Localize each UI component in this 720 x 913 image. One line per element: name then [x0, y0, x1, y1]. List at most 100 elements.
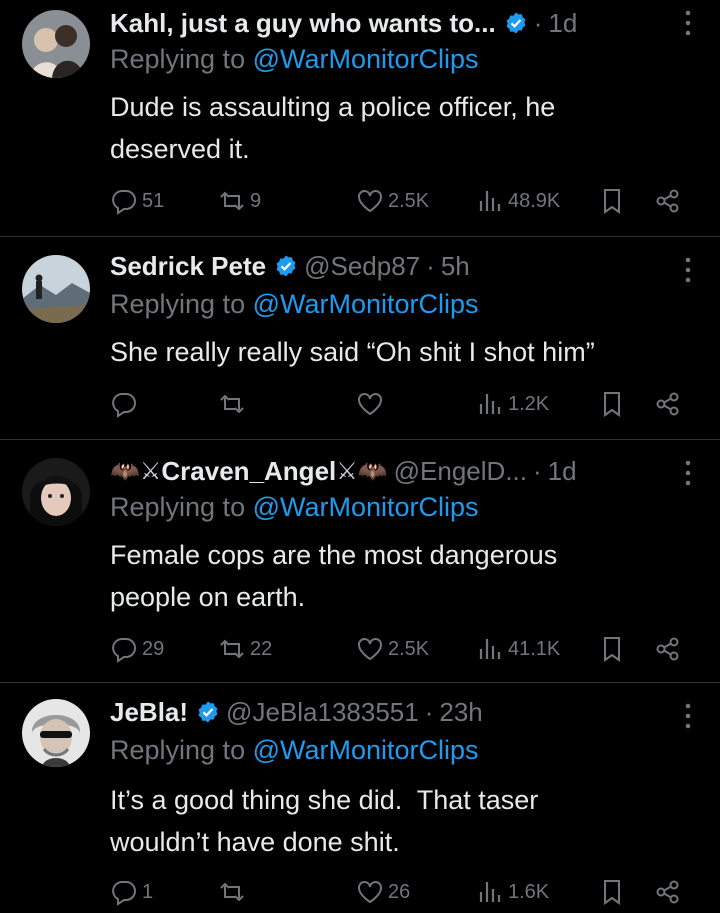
avatar[interactable]: [22, 699, 90, 767]
reply-icon: [112, 638, 136, 663]
reply-button[interactable]: 29: [110, 634, 164, 664]
views-icon: [479, 191, 501, 211]
timestamp[interactable]: 1d: [548, 8, 577, 39]
replying-to-mention[interactable]: @WarMonitorClips: [253, 735, 479, 765]
replying-to-mention[interactable]: @WarMonitorClips: [253, 492, 479, 522]
bookmark-button[interactable]: [598, 389, 626, 419]
share-button[interactable]: [654, 877, 682, 907]
replying-to: Replying to @WarMonitorClips: [110, 289, 479, 320]
views-count: 1.2K: [508, 392, 550, 415]
reply-count: 51: [142, 189, 165, 212]
retweet-button[interactable]: [218, 389, 246, 419]
reply-button[interactable]: 51: [110, 186, 164, 216]
timestamp[interactable]: 23h: [439, 697, 482, 728]
like-button[interactable]: 2.5K: [356, 186, 429, 216]
tweet-header: Sedrick Pete @Sedp87 · 5h: [110, 249, 660, 283]
views-icon: [479, 394, 501, 414]
retweet-icon: [220, 394, 244, 414]
avatar-photo: [22, 10, 90, 78]
tweet-text-line: Dude is assaulting a police officer, he: [110, 92, 556, 122]
retweet-button[interactable]: 9: [218, 186, 261, 216]
share-button[interactable]: [654, 634, 682, 664]
like-icon: [358, 638, 382, 661]
more-icon[interactable]: [682, 255, 694, 285]
author-handle[interactable]: @Sedp87: [304, 251, 420, 282]
like-count: 26: [388, 880, 411, 903]
bookmark-button[interactable]: [598, 877, 626, 907]
avatar[interactable]: [22, 458, 90, 526]
views-button[interactable]: 48.9K: [476, 186, 560, 216]
retweet-button[interactable]: 22: [218, 634, 272, 664]
tweet-text-line: Female cops are the most dangerous: [110, 540, 558, 570]
like-button[interactable]: 26: [356, 877, 410, 907]
reply-icon: [112, 881, 136, 906]
views-icon: [479, 639, 501, 659]
retweet-icon: [220, 639, 244, 659]
like-icon: [358, 881, 382, 904]
views-button[interactable]: 1.2K: [476, 389, 549, 419]
views-icon: [479, 882, 501, 902]
verified-badge-icon: [504, 11, 528, 35]
reply-count: 1: [142, 880, 154, 903]
replying-to-mention[interactable]: @WarMonitorClips: [253, 44, 479, 74]
action-bar: 29 22 2.5K 41.1K: [110, 634, 690, 664]
share-button[interactable]: [654, 186, 682, 216]
reply-tweet[interactable]: JeBla! @JeBla1383551 · 23h Replying to @…: [0, 683, 720, 913]
author-name[interactable]: Sedrick Pete: [110, 251, 266, 282]
author-handle[interactable]: @JeBla1383551: [226, 697, 419, 728]
share-button[interactable]: [654, 389, 682, 419]
views-button[interactable]: 41.1K: [476, 634, 560, 664]
tweet-text: Dude is assaulting a police officer, he …: [110, 86, 670, 170]
avatar[interactable]: [22, 255, 90, 323]
like-count: 2.5K: [388, 637, 430, 660]
author-handle[interactable]: @EngelD...: [394, 456, 527, 487]
share-icon: [656, 637, 679, 661]
more-icon[interactable]: [682, 8, 694, 38]
timestamp[interactable]: 1d: [548, 456, 577, 487]
separator-dot: ·: [426, 250, 435, 281]
author-name[interactable]: Kahl, just a guy who wants to...: [110, 8, 496, 39]
retweet-button[interactable]: [218, 877, 246, 907]
replying-to-label: Replying to: [110, 492, 253, 522]
retweet-count: 22: [250, 637, 273, 660]
action-bar: 51 9 2.5K 48.9K: [110, 186, 690, 216]
retweet-icon: [220, 882, 244, 902]
bookmark-button[interactable]: [598, 186, 626, 216]
reply-tweet[interactable]: 🦇⚔ Craven_Angel ⚔🦇 @EngelD... · 1d Reply…: [0, 440, 720, 683]
reply-tweet[interactable]: Sedrick Pete @Sedp87 · 5h Replying to @W…: [0, 237, 720, 440]
tweet-text-line: She really really said “Oh shit I shot h…: [110, 337, 595, 367]
replying-to-label: Replying to: [110, 735, 253, 765]
author-name[interactable]: JeBla!: [110, 697, 188, 728]
author-name[interactable]: Craven_Angel: [161, 456, 336, 487]
avatar-photo: [22, 255, 90, 323]
separator-dot: ·: [533, 455, 542, 486]
reply-count: 29: [142, 637, 165, 660]
tweet-header: Kahl, just a guy who wants to... · 1d: [110, 6, 660, 40]
like-count: 2.5K: [388, 189, 430, 212]
reply-button[interactable]: 1: [110, 877, 153, 907]
timestamp[interactable]: 5h: [441, 251, 470, 282]
views-button[interactable]: 1.6K: [476, 877, 549, 907]
replying-to-mention[interactable]: @WarMonitorClips: [253, 289, 479, 319]
tweet-text-line: deserved it.: [110, 134, 250, 164]
like-icon: [358, 190, 382, 213]
separator-dot: ·: [424, 696, 434, 727]
action-bar: 1.2K: [110, 389, 690, 419]
views-count: 48.9K: [508, 189, 561, 212]
bookmark-icon: [604, 880, 620, 905]
avatar-photo: [22, 458, 90, 526]
replying-to: Replying to @WarMonitorClips: [110, 735, 479, 766]
separator-dot: ·: [533, 7, 543, 38]
tweet-text: Female cops are the most dangerous peopl…: [110, 534, 670, 618]
more-icon[interactable]: [682, 458, 694, 488]
tweet-header: 🦇⚔ Craven_Angel ⚔🦇 @EngelD... · 1d: [110, 454, 660, 488]
like-button[interactable]: [356, 389, 384, 419]
reply-button[interactable]: [110, 389, 138, 419]
bookmark-button[interactable]: [598, 634, 626, 664]
like-button[interactable]: 2.5K: [356, 634, 429, 664]
more-icon[interactable]: [682, 701, 694, 731]
avatar[interactable]: [22, 10, 90, 78]
views-count: 1.6K: [508, 880, 550, 903]
name-decoration-left: 🦇⚔: [110, 457, 162, 485]
reply-tweet[interactable]: Kahl, just a guy who wants to... · 1d Re…: [0, 0, 720, 237]
